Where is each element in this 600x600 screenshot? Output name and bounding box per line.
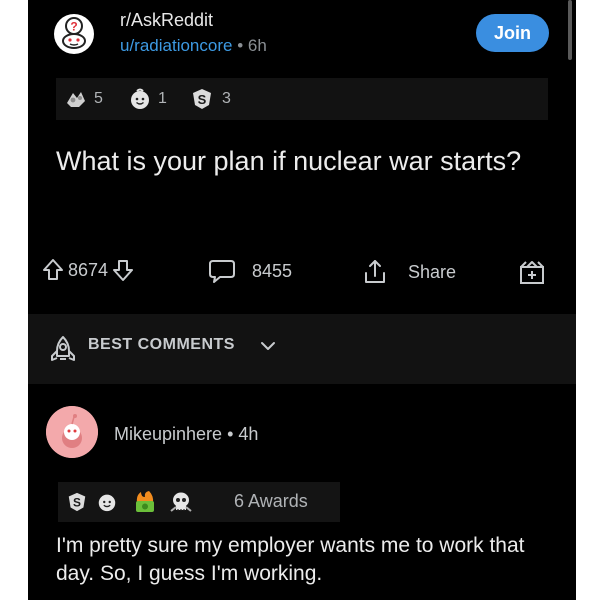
- comment-age: 4h: [238, 424, 259, 444]
- comments-button[interactable]: 8455: [208, 258, 292, 284]
- commenter-avatar[interactable]: [46, 406, 98, 458]
- comment-bubble-icon: [209, 260, 235, 283]
- join-button[interactable]: Join: [476, 14, 549, 52]
- share-icon: [365, 260, 385, 283]
- downvote-arrow-icon[interactable]: [112, 258, 134, 282]
- award-count: 3: [222, 90, 231, 107]
- upvote-arrow-icon[interactable]: [42, 258, 64, 282]
- commenter-username[interactable]: Mikeupinhere: [114, 424, 222, 444]
- post-age: 6h: [247, 36, 267, 55]
- meta-separator: •: [237, 36, 244, 55]
- award-silver: 5: [64, 86, 103, 112]
- award-count: 1: [158, 90, 167, 107]
- comment-body: I'm pretty sure my employer wants me to …: [56, 534, 525, 585]
- meta-separator: •: [227, 424, 234, 444]
- gift-award-icon: [520, 261, 544, 284]
- svg-text:?: ?: [70, 20, 77, 34]
- vote-group: 8674: [42, 258, 134, 282]
- award-button[interactable]: [518, 258, 546, 286]
- snoo-avatar-icon: [46, 406, 98, 458]
- post-author[interactable]: u/radiationcore: [120, 36, 232, 55]
- post-meta: u/radiationcore • 6h: [120, 36, 267, 56]
- comment-count: 8455: [252, 260, 293, 281]
- comment-sort-bar[interactable]: BEST COMMENTS: [28, 314, 576, 384]
- sort-label: BEST COMMENTS: [88, 336, 235, 353]
- share-label: Share: [408, 261, 457, 282]
- award-wholesome: 1: [128, 86, 167, 112]
- award-count: 5: [94, 90, 103, 107]
- subreddit-avatar[interactable]: ?: [54, 14, 94, 54]
- s-award-icon: S: [193, 89, 211, 109]
- flaming-money-icon: [136, 491, 154, 512]
- post-title[interactable]: What is your plan if nuclear war starts?: [56, 144, 556, 179]
- award-s: S 3: [190, 86, 231, 112]
- post-awards[interactable]: 5 1 S 3: [56, 78, 548, 120]
- subreddit-name[interactable]: r/AskReddit: [120, 10, 213, 31]
- chevron-down-icon: [261, 342, 275, 350]
- rocket-icon: [51, 336, 75, 361]
- skull-award-icon: [170, 492, 192, 512]
- s-award-icon: S: [68, 492, 86, 512]
- comment-awards-count: 6 Awards: [234, 491, 308, 511]
- wholesome-award-icon: [131, 88, 149, 109]
- app-frame: ? r/AskReddit u/radiationcore • 6h Join …: [28, 0, 576, 600]
- silver-award-icon: [67, 92, 85, 107]
- vote-count: 8674: [68, 259, 109, 280]
- share-button[interactable]: Share: [362, 258, 456, 286]
- wholesome-award-icon: [98, 494, 116, 512]
- post-header: ? r/AskReddit u/radiationcore • 6h Join: [28, 0, 576, 72]
- svg-text:S: S: [198, 92, 207, 107]
- svg-text:S: S: [73, 496, 81, 510]
- askreddit-logo-icon: ?: [55, 15, 93, 53]
- post-actions: 8674 8455 Share: [28, 248, 576, 298]
- comment-meta: Mikeupinhere • 4h: [114, 424, 258, 445]
- comment-awards[interactable]: S 6 Awards: [58, 482, 340, 522]
